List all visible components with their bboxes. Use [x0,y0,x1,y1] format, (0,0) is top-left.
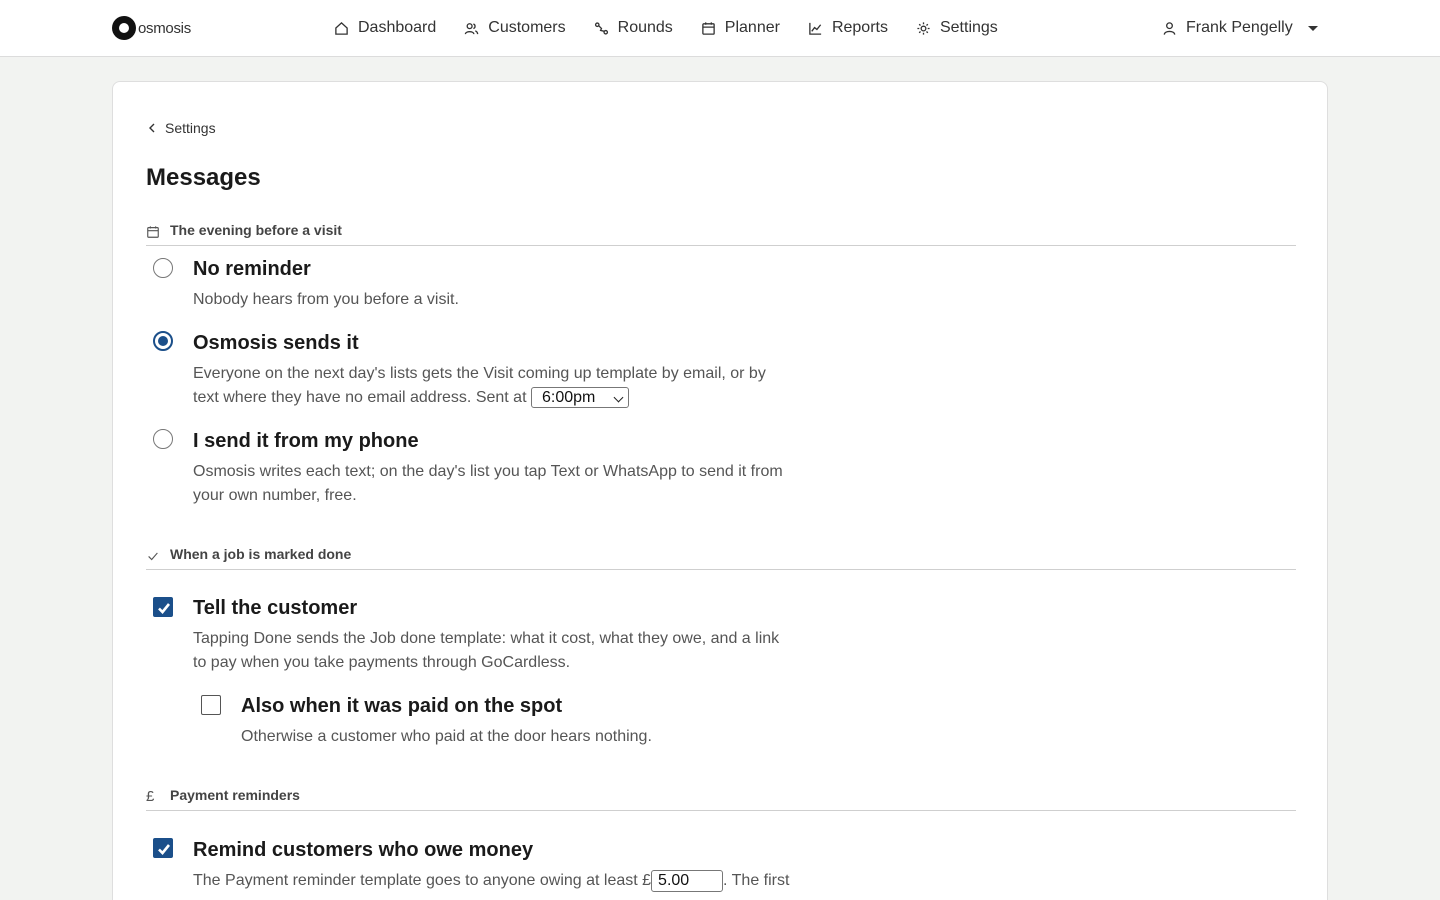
nav-rounds[interactable]: Rounds [594,19,673,37]
chart-icon [809,22,822,35]
remind-owe-checkbox[interactable] [153,838,173,858]
paid-on-spot-checkbox[interactable] [201,695,221,715]
home-icon [335,21,348,35]
send-from-phone-title: I send it from my phone [193,430,419,452]
nav-reports-label: Reports [831,19,888,36]
nav-settings-label: Settings [939,19,998,36]
no-reminder-radio[interactable] [153,258,173,278]
osmosis-sends-description: Everyone on the next day's lists gets th… [193,362,793,410]
calendar-icon [702,21,715,35]
send-time-select[interactable]: 6:00pm [530,387,629,409]
nav-rounds-label: Rounds [617,19,673,36]
section-evening-header: The evening before a visit [146,222,1296,246]
back-label: Settings [165,120,216,136]
chevron-left-icon [149,123,155,133]
send-from-phone-description: Osmosis writes each text; on the day's l… [193,463,783,504]
remind-owe-description: The Payment reminder template goes to an… [193,869,793,893]
nav-customers[interactable]: Customers [464,19,566,37]
pound-icon: £ [146,788,155,805]
section-payments-header: £ Payment reminders [146,787,1296,811]
minimum-amount-input[interactable]: 5.00 [651,869,724,892]
route-icon [594,21,608,35]
user-name: Frank Pengelly [1186,19,1293,36]
section-title: The evening before a visit [170,222,342,238]
checkmark-icon [158,603,171,614]
calendar-icon [147,226,159,238]
nav-dashboard-label: Dashboard [358,19,437,36]
gear-icon [917,21,930,35]
settings-card: Settings Messages The evening before a v… [112,81,1328,900]
nav-planner[interactable]: Planner [701,19,780,37]
section-title: Payment reminders [170,787,300,803]
tell-customer-checkbox[interactable] [153,597,173,617]
tell-customer-description: Tapping Done sends the Job done template… [193,630,780,671]
paid-on-spot-title: Also when it was paid on the spot [241,695,563,717]
user-menu[interactable]: Frank Pengelly [1162,0,1318,56]
logo-mark-icon [112,16,136,40]
chevron-down-icon [613,392,624,403]
osmosis-sends-radio[interactable] [153,331,173,351]
remind-owe-text-before: The Payment reminder template goes to an… [193,872,652,889]
page-title: Messages [146,164,261,191]
remind-owe-text-after: . The first [723,872,790,889]
chevron-down-icon [1307,25,1318,31]
osmosis-logo[interactable]: osmosis [112,16,191,40]
back-to-settings-link[interactable]: Settings [147,120,216,136]
no-reminder-title: No reminder [193,258,311,280]
tell-customer-title: Tell the customer [193,597,358,619]
nav-dashboard[interactable]: Dashboard [334,19,436,37]
main-nav: Dashboard Customers Rounds Planner Repor… [334,0,1026,56]
nav-planner-label: Planner [724,19,780,36]
checkmark-icon [158,844,171,855]
nav-customers-label: Customers [488,19,566,36]
person-icon [1163,21,1176,35]
osmosis-sends-title: Osmosis sends it [193,332,359,354]
send-from-phone-radio[interactable] [153,429,173,449]
paid-on-spot-description: Otherwise a customer who paid at the doo… [241,728,652,745]
section-title: When a job is marked done [170,546,352,562]
no-reminder-description: Nobody hears from you before a visit. [193,291,459,308]
remind-owe-title: Remind customers who owe money [193,839,534,861]
osmosis-sends-text: Everyone on the next day's lists gets th… [193,365,766,406]
top-navigation-bar: osmosis Dashboard Customers Rounds Plann… [0,0,1440,57]
nav-settings[interactable]: Settings [916,19,998,37]
nav-reports[interactable]: Reports [808,19,888,37]
users-icon [465,22,479,34]
send-time-value: 6:00pm [541,389,596,407]
section-done-header: When a job is marked done [146,546,1296,570]
logo-text: osmosis [138,19,191,37]
check-icon [148,552,158,561]
